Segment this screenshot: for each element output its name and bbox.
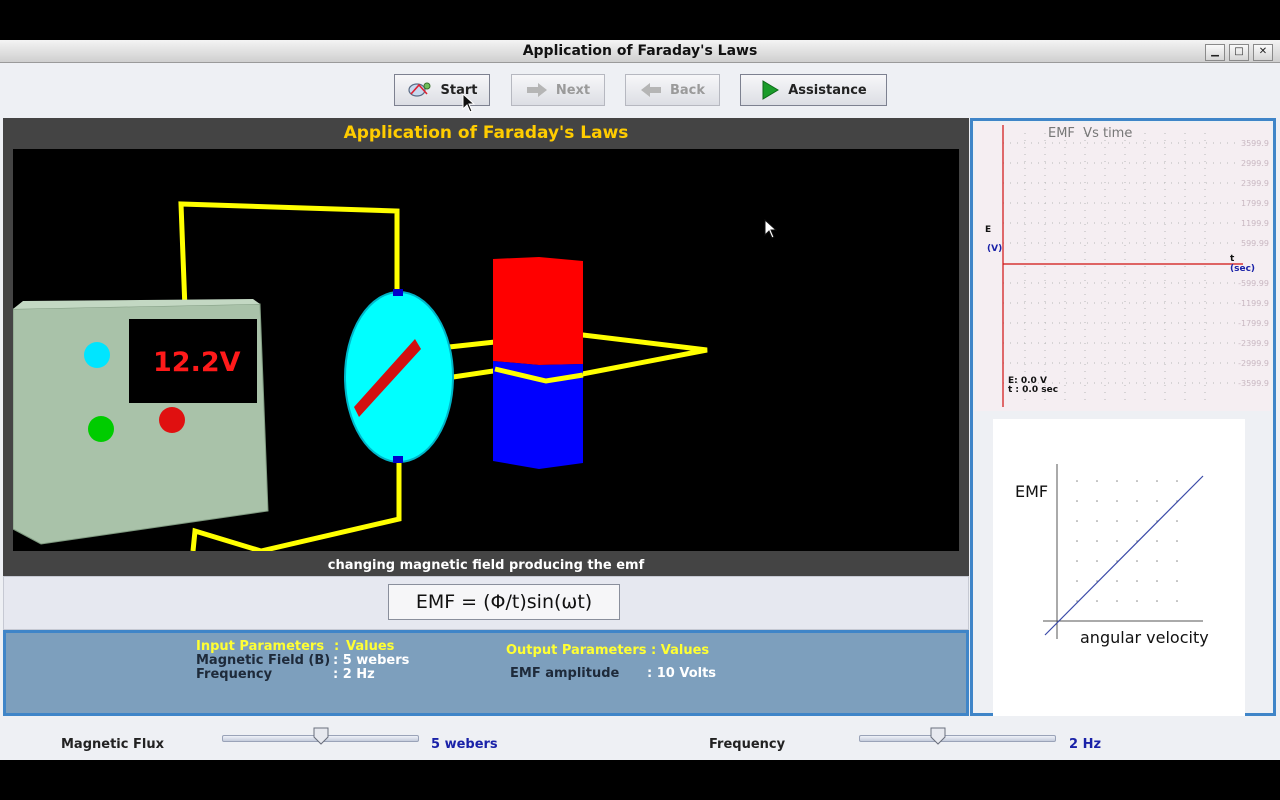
frequency-slider-thumb[interactable] (930, 727, 946, 745)
magnetic-flux-label: Magnetic Flux (61, 737, 164, 752)
time-readout: t : 0.0 sec (1008, 385, 1059, 395)
y-tick-label: 2999.9 (1241, 159, 1269, 168)
y-tick-label: -599.99 (1238, 279, 1269, 288)
back-button[interactable]: Back (625, 74, 720, 106)
time-graph-title: EMF Vs time (1048, 126, 1133, 141)
y-tick-label: -3599.9 (1238, 379, 1269, 388)
time-graph-y-label: E (985, 225, 992, 235)
next-label: Next (555, 82, 591, 98)
y-tick-label: -2999.9 (1238, 359, 1269, 368)
y-tick-label: 2399.9 (1241, 179, 1269, 188)
formula-panel: EMF = (Φ/t)sin(ωt) (3, 576, 969, 630)
rotating-coil (344, 289, 454, 463)
assistance-button[interactable]: Assistance (740, 74, 887, 106)
emf-trend-line (1044, 475, 1204, 636)
y-tick-label: 3599.9 (1241, 139, 1269, 148)
simulation-heading: Application of Faraday's Laws (343, 123, 629, 143)
wire-bottom-right (260, 461, 402, 554)
scene-caption: changing magnetic field producing the em… (327, 558, 645, 573)
controls-bar: Magnetic Flux 5 webers Frequency 2 Hz (0, 716, 1280, 760)
start-icon (407, 82, 430, 97)
arrow-left-icon (640, 83, 661, 97)
magnetic-flux-value: 5 webers (431, 737, 498, 752)
param-value: : 2 Hz (333, 667, 375, 682)
back-label: Back (669, 82, 706, 98)
arrow-right-icon (526, 83, 547, 97)
y-tick-label: -1199.9 (1238, 299, 1269, 308)
emf-angular-velocity-graph: EMF angular velocity (993, 419, 1245, 716)
voltmeter-reading: 12.2V (153, 347, 241, 378)
time-graph-y-unit: (V) (987, 244, 1003, 254)
play-icon (762, 80, 780, 100)
next-button[interactable]: Next (511, 74, 605, 106)
output-param-name: EMF amplitude (510, 666, 620, 681)
output-params-header: Output Parameters : Values (506, 643, 710, 658)
bar-magnet (493, 257, 583, 469)
frequency-slider[interactable] (859, 735, 1056, 742)
y-tick-label: 1799.9 (1241, 199, 1269, 208)
emf-axis-label: EMF (1015, 482, 1049, 501)
input-params-sep: : (334, 639, 340, 654)
cyan-knob (84, 342, 110, 368)
magnetic-flux-slider-thumb[interactable] (313, 727, 329, 745)
assistance-label: Assistance (788, 82, 867, 98)
window-title: Application of Faraday's Laws (522, 43, 758, 59)
input-params-header: Input Parameters (196, 639, 325, 654)
y-tick-label: -2399.9 (1238, 339, 1269, 348)
param-name: Magnetic Field (B) (196, 653, 331, 668)
close-button[interactable]: ✕ (1253, 44, 1273, 61)
magnet-north-pole (493, 257, 583, 365)
red-terminal (159, 407, 185, 433)
emf-formula: EMF = (Φ/t)sin(ωt) (388, 584, 620, 620)
simulation-scene[interactable]: 12.2V (12, 149, 959, 554)
y-tick-label: -1799.9 (1238, 319, 1269, 328)
application-window: Application of Faraday's Laws ▁ □ ✕ Star… (0, 40, 1280, 760)
param-name: Frequency (196, 667, 273, 682)
param-value: : 5 webers (333, 653, 410, 668)
title-bar: Application of Faraday's Laws ▁ □ ✕ (0, 40, 1280, 63)
time-graph-x-label: t (1230, 254, 1235, 264)
frequency-label: Frequency (709, 737, 786, 752)
wire-bottom-left (190, 527, 262, 554)
minimize-button[interactable]: ▁ (1205, 44, 1225, 61)
y-tick-label: 599.99 (1241, 239, 1269, 248)
simulation-panel: Application of Faraday's Laws 12.2V chan… (3, 118, 969, 576)
faraday-3d-scene: 12.2V (12, 201, 708, 554)
mouse-cursor-icon (462, 93, 476, 113)
angular-velocity-axis-label: angular velocity (1080, 628, 1209, 647)
emf-time-graph: 3599.9 2999.9 2399.9 1799.9 1199.9 599.99 -599… (975, 123, 1271, 411)
output-param-value: : 10 Volts (647, 666, 717, 681)
green-terminal (88, 416, 114, 442)
maximize-button[interactable]: □ (1229, 44, 1249, 61)
graphs-panel: 3599.9 2999.9 2399.9 1799.9 1199.9 599.99 -599… (970, 118, 1276, 716)
wire-top (178, 201, 400, 310)
parameters-panel: Input Parameters : Values Magnetic Field… (3, 630, 969, 716)
frequency-value: 2 Hz (1069, 737, 1102, 752)
emf-time-plot: 3599.9 2999.9 2399.9 1799.9 1199.9 599.99 -599… (1002, 125, 1269, 407)
y-tick-label: 1199.9 (1241, 219, 1269, 228)
emf-angular-velocity-plot (1043, 464, 1204, 639)
voltmeter-box: 12.2V (12, 299, 269, 545)
toolbar: Start Next Back Assistance (0, 63, 1280, 117)
input-params-values-header: Values (346, 639, 395, 654)
time-graph-x-unit: (sec) (1230, 264, 1256, 274)
mouse-cursor-icon (764, 219, 778, 239)
